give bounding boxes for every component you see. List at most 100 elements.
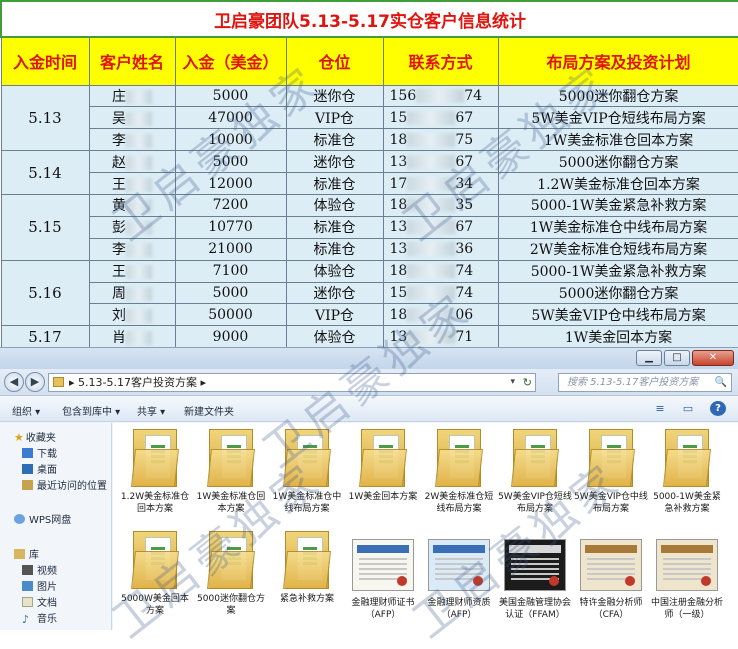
organize-menu[interactable]: 组织 ▾ bbox=[12, 403, 40, 418]
spreadsheet-folder-icon bbox=[511, 425, 559, 487]
search-input[interactable]: 搜索 5.13-5.17客户投资方案 🔍 bbox=[558, 373, 732, 392]
amount-cell: 5000 bbox=[174, 281, 287, 305]
nav-recent[interactable]: 最近访问的位置 bbox=[22, 477, 107, 492]
position-cell: 迷你仓 bbox=[285, 281, 384, 305]
file-label: 5000迷你翻仓方案 bbox=[197, 594, 265, 616]
phone-prefix: 15 bbox=[389, 284, 408, 301]
position-cell: 标准仓 bbox=[285, 215, 384, 239]
customer-name-cell: 庄 bbox=[88, 84, 176, 108]
redaction-blur bbox=[407, 220, 456, 235]
folder-item[interactable]: 5000迷你翻仓方案 bbox=[193, 527, 269, 617]
nav-documents[interactable]: 文档 bbox=[22, 594, 57, 609]
certificate-image-icon bbox=[656, 539, 718, 591]
certificate-item[interactable]: 特许金融分析师（CFA） bbox=[573, 527, 649, 621]
folder-item[interactable]: 2W美金标准仓短线布局方案 bbox=[421, 425, 497, 515]
back-button[interactable]: ◀ bbox=[4, 372, 24, 392]
file-explorer-window: ▁ □ ✕ ◀ ▶ ▸ 5.13-5.17客户投资方案 ▸ ▾ ↻ 搜索 5.1… bbox=[0, 347, 738, 630]
redaction-blur bbox=[126, 308, 152, 323]
phone-prefix: 18 bbox=[389, 263, 408, 280]
folder-item[interactable]: 5000-1W美金紧急补救方案 bbox=[649, 425, 725, 515]
customer-name-cell: 周 bbox=[88, 281, 176, 305]
contact-cell: 18 74 bbox=[382, 259, 499, 283]
close-button[interactable]: ✕ bbox=[692, 350, 734, 366]
include-in-library-menu[interactable]: 包含到库中 ▾ bbox=[62, 403, 120, 418]
folder-item[interactable]: 1W美金标准仓回本方案 bbox=[193, 425, 269, 515]
nav-videos[interactable]: 视频 bbox=[22, 562, 57, 577]
preview-pane-icon[interactable]: ▭ bbox=[680, 401, 696, 416]
refresh-icon[interactable]: ↻ bbox=[523, 374, 532, 391]
phone-suffix: 35 bbox=[455, 197, 474, 214]
customer-info-table: 卫启豪团队5.13-5.17实仓客户信息统计 入金时间 客户姓名 入金（美金） 仓位联… bbox=[0, 0, 738, 349]
search-icon[interactable]: 🔍 bbox=[715, 374, 727, 391]
folder-item[interactable]: 1W美金标准仓中线布局方案 bbox=[269, 425, 345, 515]
phone-suffix: 67 bbox=[455, 153, 474, 170]
minimize-button[interactable]: ▁ bbox=[636, 350, 662, 366]
address-field[interactable]: ▸ 5.13-5.17客户投资方案 ▸ ▾ ↻ bbox=[48, 373, 536, 392]
phone-prefix: 13 bbox=[389, 328, 408, 345]
spreadsheet-folder-icon bbox=[207, 527, 255, 589]
table-row: 5.15 黄 7200 体验仓 18 35 5000-1W美金紧急补救方案 bbox=[0, 193, 738, 261]
nav-desktop[interactable]: 桌面 bbox=[22, 461, 57, 476]
redaction-blur bbox=[407, 154, 456, 169]
table-row: 李 21000 标准仓 13 36 2W美金标准仓短线布局方案 bbox=[1, 237, 738, 261]
folder-item[interactable]: 5W美金VIP仓中线布局方案 bbox=[573, 425, 649, 515]
share-menu[interactable]: 共享 ▾ bbox=[137, 403, 165, 418]
redaction-blur bbox=[407, 285, 456, 300]
view-options-icon[interactable]: ≡ bbox=[652, 401, 668, 416]
picture-icon bbox=[22, 581, 33, 591]
header-position: 仓位 bbox=[285, 36, 384, 86]
help-icon[interactable]: ? bbox=[710, 401, 726, 416]
phone-prefix: 17 bbox=[389, 175, 408, 192]
redaction-blur bbox=[407, 329, 456, 344]
new-folder-button[interactable]: 新建文件夹 bbox=[184, 403, 234, 418]
customer-surname: 庄 bbox=[112, 88, 126, 105]
header-name: 客户姓名 bbox=[88, 36, 176, 86]
position-cell: 标准仓 bbox=[285, 172, 384, 195]
folder-item[interactable]: 5000W美金回本方案 bbox=[117, 527, 193, 617]
table-row: 5.14 赵 5000 迷你仓 13 67 5000迷你翻仓方案 bbox=[0, 150, 738, 195]
folder-item[interactable]: 紧急补救方案 bbox=[269, 527, 345, 605]
breadcrumb-path[interactable]: 5.13-5.17客户投资方案 bbox=[78, 376, 197, 389]
nav-wps-cloud[interactable]: WPS网盘 bbox=[14, 511, 71, 526]
amount-cell: 9000 bbox=[174, 325, 287, 349]
certificate-item[interactable]: 中国注册金融分析师（一级） bbox=[649, 527, 725, 621]
plan-cell: 5000-1W美金紧急补救方案 bbox=[497, 259, 738, 283]
certificate-item[interactable]: 金融理财师资质（AFP） bbox=[421, 527, 497, 621]
contact-cell: 13 36 bbox=[382, 237, 499, 261]
customer-name-cell: 王 bbox=[88, 259, 176, 283]
star-icon: ★ bbox=[14, 431, 24, 444]
phone-suffix: 34 bbox=[455, 175, 474, 192]
spreadsheet-folder-icon bbox=[663, 425, 711, 487]
table-row: 周 5000 迷你仓 15 74 5000迷你翻仓方案 bbox=[1, 281, 738, 305]
folder-item[interactable]: 1W美金回本方案 bbox=[345, 425, 421, 503]
deposit-date-cell: 5.13 bbox=[0, 84, 90, 152]
folder-item[interactable]: 1.2W美金标准仓回本方案 bbox=[117, 425, 193, 515]
plan-cell: 5000-1W美金紧急补救方案 bbox=[497, 193, 738, 217]
forward-button[interactable]: ▶ bbox=[25, 372, 45, 392]
download-icon bbox=[22, 448, 33, 458]
nav-downloads[interactable]: 下载 bbox=[22, 445, 57, 460]
certificate-item[interactable]: 金融理财师证书（AFP） bbox=[345, 527, 421, 621]
maximize-button[interactable]: □ bbox=[664, 350, 690, 366]
folder-item[interactable]: 5W美金VIP仓短线布局方案 bbox=[497, 425, 573, 515]
file-label: 5000W美金回本方案 bbox=[121, 594, 189, 616]
nav-music[interactable]: ♪ 音乐 bbox=[22, 610, 57, 625]
spreadsheet-folder-icon bbox=[131, 425, 179, 487]
phone-suffix: 74 bbox=[464, 87, 483, 104]
spreadsheet-folder-icon bbox=[359, 425, 407, 487]
nav-library[interactable]: 库 bbox=[14, 546, 39, 561]
position-cell: 体验仓 bbox=[285, 193, 384, 217]
redaction-blur bbox=[126, 221, 152, 236]
search-placeholder: 搜索 5.13-5.17客户投资方案 bbox=[567, 377, 699, 388]
contact-cell: 18 75 bbox=[382, 128, 499, 152]
nav-favorites[interactable]: ★ 收藏夹 bbox=[14, 429, 56, 444]
file-label: 金融理财师资质（AFP） bbox=[427, 598, 491, 620]
position-cell: VIP仓 bbox=[285, 106, 384, 130]
plan-cell: 5000迷你翻仓方案 bbox=[497, 150, 738, 174]
customer-name-cell: 李 bbox=[88, 237, 176, 261]
phone-suffix: 74 bbox=[455, 263, 474, 280]
phone-suffix: 75 bbox=[455, 131, 474, 148]
address-dropdown-icon[interactable]: ▾ bbox=[510, 374, 515, 391]
certificate-item[interactable]: 美国金融管理协会认证（FFAM） bbox=[497, 527, 573, 621]
nav-pictures[interactable]: 图片 bbox=[22, 578, 57, 593]
